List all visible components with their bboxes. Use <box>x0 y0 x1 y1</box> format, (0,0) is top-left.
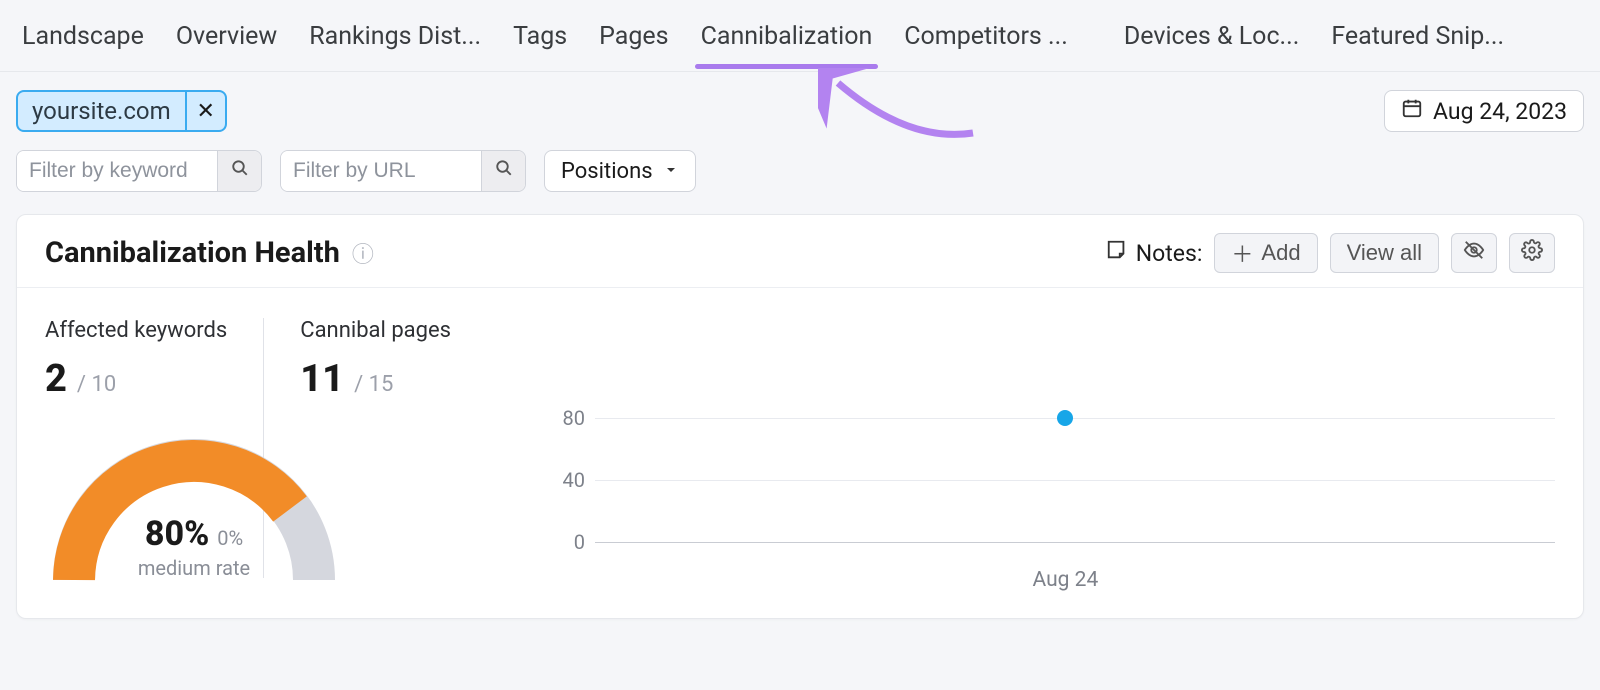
note-icon <box>1106 239 1128 267</box>
keyword-filter-input[interactable] <box>17 151 217 191</box>
tab-tags[interactable]: Tags <box>497 2 583 69</box>
add-note-button[interactable]: ＋ Add <box>1214 233 1317 273</box>
tab-overview[interactable]: Overview <box>160 2 293 69</box>
stat-cannibal-label: Cannibal pages <box>300 318 451 343</box>
plus-icon: ＋ <box>1231 237 1253 269</box>
stat-affected-value: 2 <box>45 357 67 401</box>
notes-label-group: Notes: <box>1106 239 1203 267</box>
date-picker-button[interactable]: Aug 24, 2023 <box>1384 90 1584 132</box>
card-title-text: Cannibalization Health <box>45 236 340 270</box>
site-chip[interactable]: yoursite.com ✕ <box>16 90 227 132</box>
filter-row-1: yoursite.com ✕ Aug 24, 2023 <box>0 72 1600 142</box>
tab-competitors[interactable]: Competitors ... <box>888 2 1084 69</box>
trend-chart: 80 40 0 Aug 24 <box>487 318 1555 578</box>
site-chip-label: yoursite.com <box>18 93 185 129</box>
tab-devices-loc[interactable]: Devices & Loc... <box>1108 2 1315 69</box>
y-axis-tick: 40 <box>535 468 585 492</box>
url-filter-search-button[interactable] <box>481 151 525 191</box>
search-icon <box>231 159 249 183</box>
chart-data-point[interactable] <box>1057 410 1073 426</box>
tab-pages[interactable]: Pages <box>583 2 684 69</box>
gauge-percent: 80% <box>145 514 209 554</box>
url-filter-group <box>280 150 526 192</box>
keyword-filter-group <box>16 150 262 192</box>
card-header-actions: Notes: ＋ Add View all <box>1106 233 1555 273</box>
notes-label-text: Notes: <box>1136 240 1203 267</box>
calendar-icon <box>1401 97 1423 125</box>
url-filter-input[interactable] <box>281 151 481 191</box>
chevron-down-icon <box>663 159 679 184</box>
health-gauge: 80% 0% medium rate <box>44 430 344 590</box>
filter-row-2: Positions <box>0 142 1600 214</box>
tab-rankings-dist[interactable]: Rankings Dist... <box>293 2 497 69</box>
view-all-label: View all <box>1347 240 1422 266</box>
info-icon[interactable]: ⓘ <box>352 237 374 269</box>
gear-icon <box>1521 239 1543 267</box>
stat-affected-total: / 10 <box>77 372 116 397</box>
nav-tabs: Landscape Overview Rankings Dist... Tags… <box>0 0 1600 72</box>
settings-button[interactable] <box>1509 233 1555 273</box>
close-icon: ✕ <box>196 99 214 124</box>
x-axis-tick: Aug 24 <box>1033 568 1099 592</box>
stat-affected-label: Affected keywords <box>45 318 227 343</box>
add-note-label: Add <box>1261 240 1300 266</box>
site-chip-remove[interactable]: ✕ <box>185 92 225 130</box>
positions-dropdown[interactable]: Positions <box>544 150 696 192</box>
tab-landscape[interactable]: Landscape <box>6 2 160 69</box>
search-icon <box>495 159 513 183</box>
stat-cannibal-value: 11 <box>300 357 344 401</box>
gauge-sublabel: medium rate <box>44 556 344 580</box>
keyword-filter-search-button[interactable] <box>217 151 261 191</box>
positions-label: Positions <box>561 159 653 184</box>
y-axis-tick: 80 <box>535 406 585 430</box>
y-axis-tick: 0 <box>535 530 585 554</box>
view-all-notes-button[interactable]: View all <box>1330 233 1439 273</box>
tab-cannibalization[interactable]: Cannibalization <box>685 2 889 69</box>
date-label: Aug 24, 2023 <box>1433 98 1567 125</box>
card-header: Cannibalization Health ⓘ Notes: ＋ Add Vi… <box>17 215 1583 288</box>
tab-featured-snip[interactable]: Featured Snip... <box>1315 2 1520 69</box>
visibility-toggle-button[interactable] <box>1451 233 1497 273</box>
card-title: Cannibalization Health ⓘ <box>45 236 374 270</box>
eye-off-icon <box>1463 239 1485 267</box>
gauge-delta: 0% <box>217 526 243 550</box>
stat-cannibal-total: / 15 <box>354 372 393 397</box>
